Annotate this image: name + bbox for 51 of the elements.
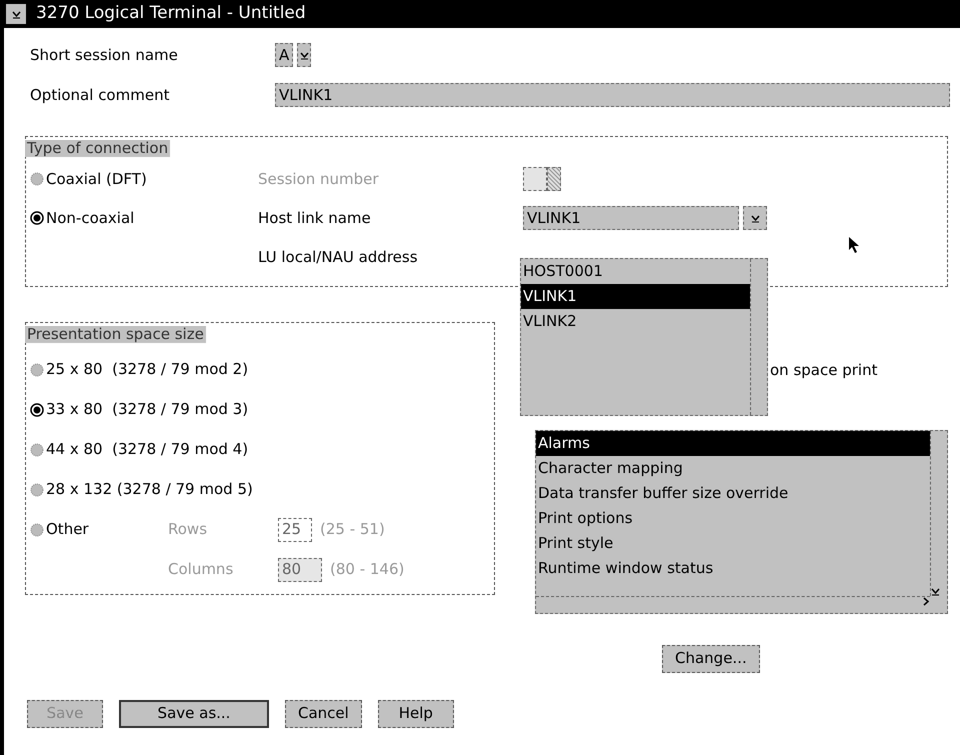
field-label: Rows: [168, 519, 208, 540]
field-label: Optional comment: [30, 84, 170, 106]
options-list[interactable]: Alarms Character mapping Data transfer buffer size override Print options Print style Runtime window status: [535, 430, 948, 614]
list-item[interactable]: Print style: [536, 530, 930, 556]
option-label: on space print: [770, 360, 878, 381]
arrow-right-icon[interactable]: [921, 596, 930, 606]
radio-button[interactable]: Non-coaxial: [30, 206, 258, 230]
radio-icon: [30, 442, 44, 456]
dialog-button[interactable]: Help: [378, 700, 454, 728]
radio-icon: [30, 482, 44, 496]
dialog-button[interactable]: Cancel: [285, 700, 362, 728]
radio-button[interactable]: Other: [30, 518, 89, 542]
range-text: (80 - 146): [330, 559, 404, 580]
field-label: LU local/NAU address: [258, 246, 418, 268]
group-legend: Presentation space size: [25, 326, 206, 343]
field-label: Columns: [168, 559, 234, 580]
list-item[interactable]: Runtime window status: [536, 556, 930, 580]
range-text: (25 - 51): [320, 519, 385, 540]
dropdown-item[interactable]: VLINK1: [521, 284, 750, 309]
field-label: Short session name: [30, 44, 179, 66]
dropdown-item[interactable]: VLINK2: [521, 309, 750, 334]
spin-button[interactable]: [297, 43, 312, 67]
list-item[interactable]: Alarms: [536, 430, 930, 456]
group-legend: Type of connection: [25, 140, 170, 157]
radio-icon: [30, 172, 44, 186]
dropdown-list[interactable]: HOST0001 VLINK1 VLINK2: [520, 258, 768, 416]
radio-button[interactable]: Coaxial (DFT): [30, 167, 258, 191]
list-item[interactable]: Print options: [536, 506, 930, 530]
radio-button[interactable]: 25 x 80 (3278 / 79 mod 2): [30, 358, 248, 382]
radio-icon: [30, 402, 44, 416]
radio-button[interactable]: 28 x 132 (3278 / 79 mod 5): [30, 478, 253, 502]
comment-field[interactable]: VLINK1: [275, 83, 950, 107]
window-title: 3270 Logical Terminal - Untitled: [36, 2, 306, 26]
system-menu-button[interactable]: [6, 4, 26, 24]
change-button[interactable]: Change...: [662, 644, 760, 672]
radio-icon: [30, 211, 44, 225]
field-label: Host link name: [258, 208, 372, 229]
dropdown-item[interactable]: HOST0001: [521, 259, 750, 284]
radio-icon: [30, 522, 44, 536]
list-item[interactable]: Data transfer buffer size override: [536, 480, 930, 506]
dialog-button[interactable]: Save as...: [119, 700, 269, 728]
radio-button[interactable]: 44 x 80 (3278 / 79 mod 4): [30, 438, 248, 462]
radio-icon: [30, 362, 44, 376]
combo-field[interactable]: VLINK1: [523, 206, 739, 230]
session-number-field[interactable]: [523, 167, 547, 191]
mouse-pointer-icon: [848, 236, 860, 254]
list-item[interactable]: Character mapping: [536, 456, 930, 480]
dropdown-button[interactable]: [743, 206, 767, 230]
field-label: Session number: [258, 168, 380, 190]
radio-button[interactable]: 33 x 80 (3278 / 79 mod 3): [30, 398, 248, 422]
session-name-field[interactable]: A: [275, 43, 294, 67]
